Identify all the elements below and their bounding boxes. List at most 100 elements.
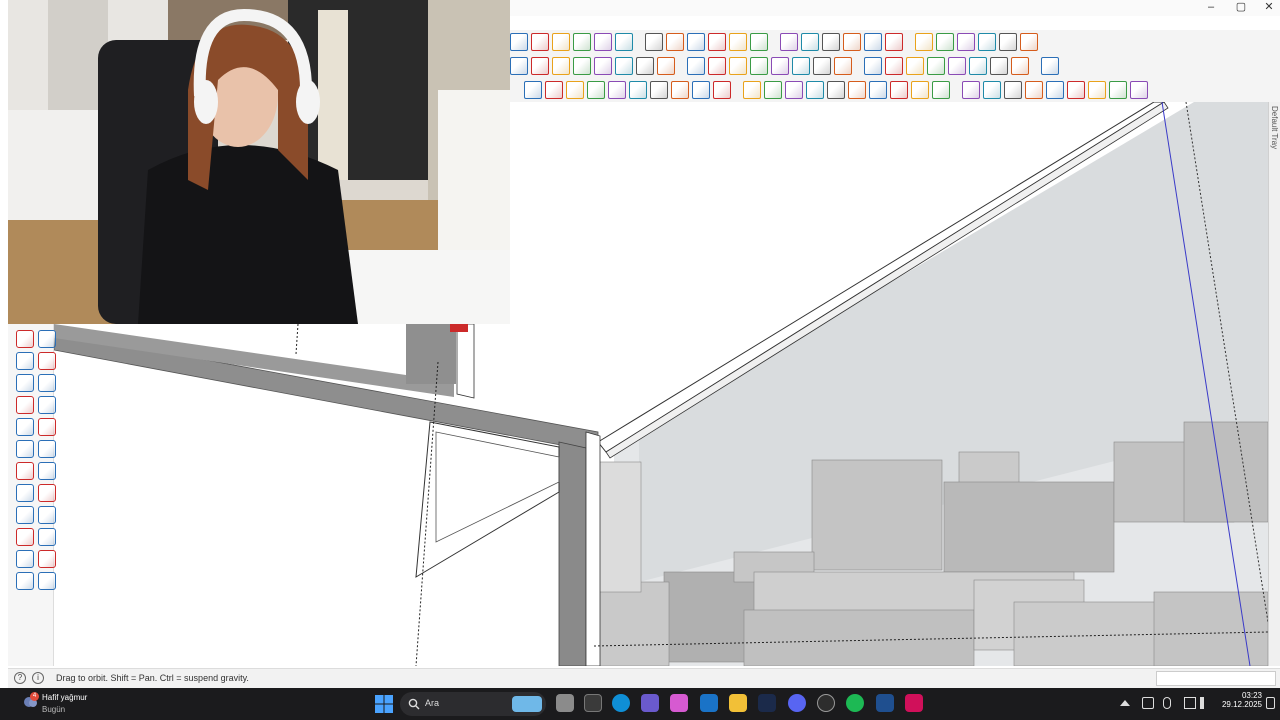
section-tool-icon[interactable] <box>38 352 56 370</box>
sweep-icon[interactable] <box>1025 81 1043 99</box>
back-view-icon[interactable] <box>978 33 996 51</box>
instructor-icon[interactable]: i <box>32 672 44 684</box>
push-pull-icon[interactable] <box>687 33 705 51</box>
measurements-box[interactable] <box>1156 671 1276 686</box>
iso-view-icon[interactable] <box>885 33 903 51</box>
trim-icon[interactable] <box>771 57 789 75</box>
split-icon[interactable] <box>792 57 810 75</box>
close-button[interactable]: ✕ <box>1254 0 1280 14</box>
copilot-icon[interactable] <box>670 694 688 712</box>
new-file-icon[interactable] <box>573 33 591 51</box>
volume-icon[interactable] <box>1200 697 1212 709</box>
pencil-icon[interactable] <box>16 396 34 414</box>
text-icon[interactable] <box>38 396 56 414</box>
select-tool-icon[interactable] <box>16 330 34 348</box>
bridge-icon[interactable] <box>1088 81 1106 99</box>
zoom-extents-icon[interactable] <box>16 484 34 502</box>
offset-icon[interactable] <box>729 33 747 51</box>
chevron-up-icon[interactable] <box>1120 700 1130 706</box>
windows-start-icon[interactable] <box>374 694 394 714</box>
steam-icon[interactable] <box>758 694 776 712</box>
intersect-icon[interactable] <box>708 57 726 75</box>
sync-icon[interactable] <box>1142 697 1154 709</box>
task-view-icon[interactable] <box>556 694 574 712</box>
left-view-icon[interactable] <box>999 33 1017 51</box>
chamfer-icon[interactable] <box>932 81 950 99</box>
affinity-icon[interactable] <box>905 694 923 712</box>
warning-icon[interactable] <box>510 57 528 75</box>
group-icon[interactable] <box>801 33 819 51</box>
styles-icon[interactable] <box>864 33 882 51</box>
axis-icon[interactable] <box>969 57 987 75</box>
sketchup-icon[interactable] <box>876 694 894 712</box>
protractor-icon[interactable] <box>1011 57 1029 75</box>
front-view-icon[interactable] <box>936 33 954 51</box>
spline-icon[interactable] <box>566 81 584 99</box>
skin-icon[interactable] <box>1067 81 1085 99</box>
rotate-icon[interactable] <box>531 57 549 75</box>
oval-icon[interactable] <box>827 81 845 99</box>
follow-me-icon[interactable] <box>708 33 726 51</box>
arc-tool-icon[interactable] <box>671 81 689 99</box>
sandbox-tool-icon[interactable] <box>38 572 56 590</box>
corner-icon[interactable] <box>743 81 761 99</box>
circle-icon[interactable] <box>906 57 924 75</box>
file-explorer-icon[interactable] <box>729 694 747 712</box>
obs-icon[interactable] <box>817 694 835 712</box>
right-view-icon[interactable] <box>957 33 975 51</box>
section-icon[interactable] <box>657 57 675 75</box>
zoom-icon[interactable] <box>16 462 34 480</box>
warehouse-icon[interactable] <box>16 550 34 568</box>
smoove-icon[interactable] <box>573 57 591 75</box>
sandbox-icon[interactable] <box>552 57 570 75</box>
section-plane-icon[interactable] <box>38 528 56 546</box>
freehand-icon[interactable] <box>545 81 563 99</box>
dimension-icon[interactable] <box>1041 57 1059 75</box>
circle-tool-icon[interactable] <box>650 81 668 99</box>
move-icon[interactable] <box>594 57 612 75</box>
cap-icon[interactable] <box>1046 81 1064 99</box>
spotify-icon[interactable] <box>846 694 864 712</box>
snap-icon[interactable] <box>927 57 945 75</box>
section-marker[interactable] <box>450 324 468 332</box>
discord-icon[interactable] <box>788 694 806 712</box>
arc-icon[interactable] <box>636 57 654 75</box>
paint-bucket-icon[interactable] <box>16 374 34 392</box>
look-around-icon[interactable] <box>38 440 56 458</box>
store-icon[interactable] <box>584 694 602 712</box>
select-icon[interactable] <box>510 33 528 51</box>
rectangle-icon[interactable] <box>629 81 647 99</box>
notification-bell-icon[interactable] <box>1266 697 1275 709</box>
line-tool-icon[interactable] <box>692 81 710 99</box>
outliner-icon[interactable] <box>843 33 861 51</box>
move-tool-icon[interactable] <box>38 374 56 392</box>
geo-location-icon[interactable]: ? <box>14 672 26 684</box>
weld-icon[interactable] <box>983 81 1001 99</box>
default-tray[interactable]: Default Tray <box>1268 102 1280 666</box>
x-icon[interactable] <box>885 57 903 75</box>
tag-icon[interactable] <box>666 33 684 51</box>
mirror-icon[interactable] <box>948 57 966 75</box>
loft-icon[interactable] <box>1004 81 1022 99</box>
tape-icon[interactable] <box>990 57 1008 75</box>
extension-icon[interactable] <box>38 550 56 568</box>
fillet-icon[interactable] <box>911 81 929 99</box>
layers-icon[interactable] <box>16 572 34 590</box>
edge-icon[interactable] <box>612 694 630 712</box>
taskbar-search[interactable]: Ara <box>400 692 546 716</box>
union-icon[interactable] <box>729 57 747 75</box>
solid-icon[interactable] <box>687 57 705 75</box>
bezier-icon[interactable] <box>524 81 542 99</box>
ungroup-icon[interactable] <box>822 33 840 51</box>
orbit-icon[interactable] <box>16 418 34 436</box>
subtract-icon[interactable] <box>750 57 768 75</box>
rotate-tool-icon[interactable] <box>38 330 56 348</box>
join-icon[interactable] <box>1130 81 1148 99</box>
previous-view-icon[interactable] <box>38 484 56 502</box>
box-icon[interactable] <box>615 57 633 75</box>
face-icon[interactable] <box>1109 81 1127 99</box>
hook-icon[interactable] <box>713 81 731 99</box>
paint-icon[interactable] <box>552 33 570 51</box>
shell-icon[interactable] <box>962 81 980 99</box>
eye-icon[interactable] <box>16 528 34 546</box>
